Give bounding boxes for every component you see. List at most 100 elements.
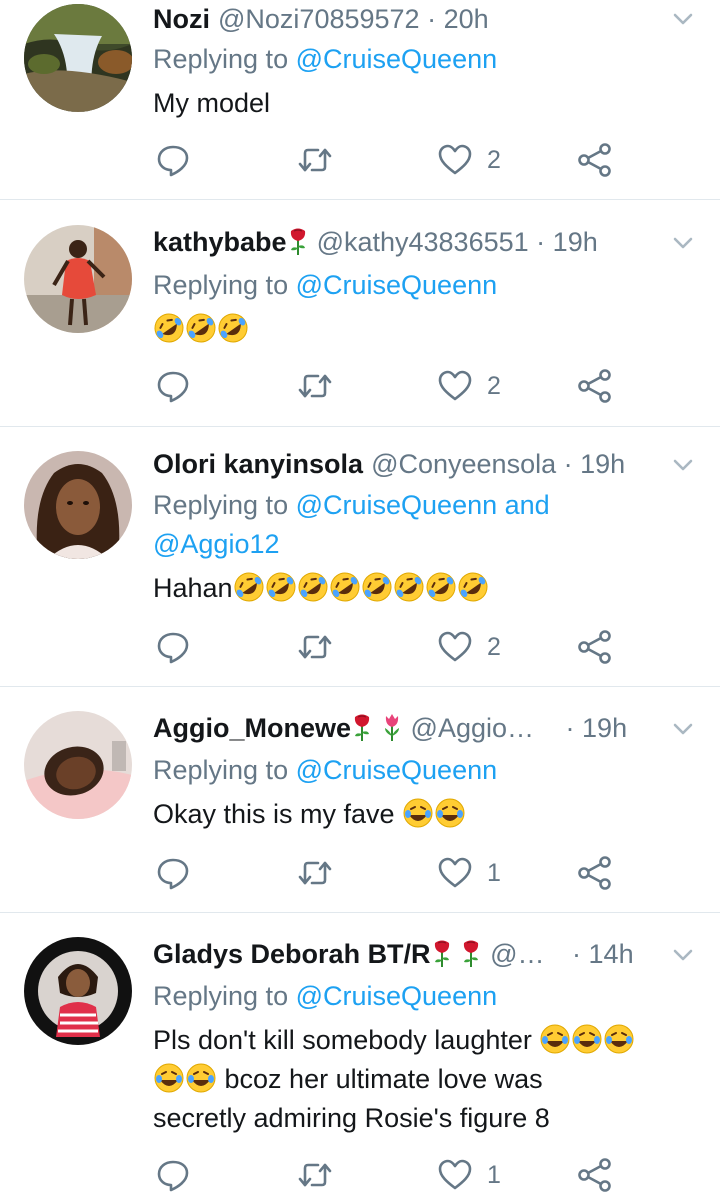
rofl-emoji-icon xyxy=(185,312,217,344)
like-button[interactable]: 2 xyxy=(437,629,501,665)
rose-emoji-icon xyxy=(460,938,482,968)
timestamp[interactable]: 19h xyxy=(580,449,625,479)
waterfall-avatar-icon xyxy=(24,4,132,112)
user-avatar[interactable] xyxy=(24,451,132,559)
replying-to-line-2: @Aggio12 xyxy=(153,525,280,563)
mention-link[interactable]: @CruiseQueenn xyxy=(296,755,498,785)
tweet-actions: 2 xyxy=(153,629,623,665)
share-button[interactable] xyxy=(577,855,613,891)
reply-button[interactable] xyxy=(155,855,191,891)
share-button[interactable] xyxy=(577,368,613,404)
retweet-icon xyxy=(297,629,333,665)
laugh-emoji-icon xyxy=(185,1062,217,1094)
retweet-button[interactable] xyxy=(297,368,333,404)
display-name[interactable]: Olori kanyinsola xyxy=(153,449,363,479)
share-icon xyxy=(577,368,613,404)
laugh-emoji-icon xyxy=(603,1023,635,1055)
timestamp[interactable]: 14h xyxy=(589,939,634,969)
woman-portrait-avatar-icon xyxy=(24,711,132,819)
tulip-emoji-icon xyxy=(381,712,403,742)
display-name[interactable]: kathybabe xyxy=(153,227,287,257)
share-button[interactable] xyxy=(577,629,613,665)
retweet-button[interactable] xyxy=(297,1157,333,1193)
reply-icon xyxy=(155,142,191,178)
retweet-icon xyxy=(297,142,333,178)
tweet-text: Okay this is my fave xyxy=(153,795,696,834)
display-name[interactable]: Gladys Deborah BT/R xyxy=(153,939,431,969)
user-handle[interactable]: @Nozi70859572 xyxy=(218,4,420,34)
mention-link[interactable]: @Aggio12 xyxy=(153,529,280,559)
tweet-item[interactable]: Aggio_Monewe @Aggio… · 19h Replying to @… xyxy=(0,687,720,913)
tweet-item[interactable]: Olori kanyinsola @Conyeensola · 19h Reply… xyxy=(0,427,720,687)
laugh-emoji-icon xyxy=(434,797,466,829)
display-name[interactable]: Aggio_Monewe xyxy=(153,713,351,743)
separator-dot: · xyxy=(427,4,437,34)
user-avatar[interactable] xyxy=(24,225,132,333)
tweet-item[interactable]: kathybabe @kathy43836551 · 19h Replying t… xyxy=(0,200,720,427)
replying-to: Replying to @CruiseQueenn xyxy=(153,751,497,789)
like-button[interactable]: 2 xyxy=(437,368,501,404)
tweet-text-line: secretly admiring Rosie's figure 8 xyxy=(153,1099,696,1138)
user-handle[interactable]: @Conyeensola xyxy=(371,449,556,479)
reply-button[interactable] xyxy=(155,142,191,178)
laugh-emoji-icon xyxy=(153,1062,185,1094)
laugh-emoji-icon xyxy=(539,1023,571,1055)
like-count: 2 xyxy=(487,371,501,400)
like-button[interactable]: 2 xyxy=(437,142,501,178)
chevron-down-icon[interactable] xyxy=(672,8,694,30)
tweet-actions: 1 xyxy=(153,855,623,891)
chevron-down-icon[interactable] xyxy=(672,944,694,966)
mention-link[interactable]: @CruiseQueenn xyxy=(296,270,498,300)
display-name[interactable]: Nozi xyxy=(153,4,210,34)
tweet-text-line: Pls don't kill somebody laughter xyxy=(153,1021,696,1060)
separator-dot: · xyxy=(572,939,582,969)
timestamp[interactable]: 20h xyxy=(444,4,489,34)
chevron-down-icon[interactable] xyxy=(672,718,694,740)
retweet-button[interactable] xyxy=(297,629,333,665)
separator-dot: · xyxy=(536,227,546,257)
retweet-button[interactable] xyxy=(297,855,333,891)
reply-button[interactable] xyxy=(155,368,191,404)
heart-icon xyxy=(437,629,473,665)
mention-link[interactable]: @CruiseQueenn xyxy=(296,981,498,1011)
retweet-icon xyxy=(297,1157,333,1193)
retweet-icon xyxy=(297,368,333,404)
share-icon xyxy=(577,629,613,665)
tweet-text: Hahan xyxy=(153,569,696,608)
like-button[interactable]: 1 xyxy=(437,1157,501,1193)
replying-to-label: Replying to xyxy=(153,44,289,74)
woman-red-dress-avatar-icon xyxy=(24,225,132,333)
tweet-item[interactable]: Gladys Deborah BT/R @… · 14h Replying to… xyxy=(0,913,720,1172)
user-handle[interactable]: @Aggio… xyxy=(411,713,534,743)
laugh-emoji-icon xyxy=(402,797,434,829)
timestamp[interactable]: 19h xyxy=(582,713,627,743)
share-button[interactable] xyxy=(577,142,613,178)
heart-icon xyxy=(437,855,473,891)
chevron-down-icon[interactable] xyxy=(672,232,694,254)
user-avatar[interactable] xyxy=(24,711,132,819)
mention-link[interactable]: @CruiseQueenn and xyxy=(296,490,550,520)
share-icon xyxy=(577,855,613,891)
rofl-emoji-icon xyxy=(297,571,329,603)
reply-button[interactable] xyxy=(155,1157,191,1193)
like-button[interactable]: 1 xyxy=(437,855,501,891)
tweet-text-line: bcoz her ultimate love was xyxy=(153,1060,696,1099)
share-icon xyxy=(577,142,613,178)
user-handle[interactable]: @kathy43836551 xyxy=(317,227,529,257)
retweet-button[interactable] xyxy=(297,142,333,178)
heart-icon xyxy=(437,368,473,404)
user-avatar[interactable] xyxy=(24,4,132,112)
reply-icon xyxy=(155,855,191,891)
share-button[interactable] xyxy=(577,1157,613,1193)
reply-button[interactable] xyxy=(155,629,191,665)
user-avatar[interactable] xyxy=(24,937,132,1045)
user-handle[interactable]: @… xyxy=(490,939,544,969)
rose-emoji-icon xyxy=(287,226,309,256)
tweet-item[interactable]: Nozi @Nozi70859572 · 20h Replying to @Cru… xyxy=(0,0,720,200)
like-count: 2 xyxy=(487,632,501,661)
tweet-text xyxy=(153,310,696,349)
tweet-actions: 2 xyxy=(153,142,623,178)
mention-link[interactable]: @CruiseQueenn xyxy=(296,44,498,74)
timestamp[interactable]: 19h xyxy=(553,227,598,257)
chevron-down-icon[interactable] xyxy=(672,454,694,476)
